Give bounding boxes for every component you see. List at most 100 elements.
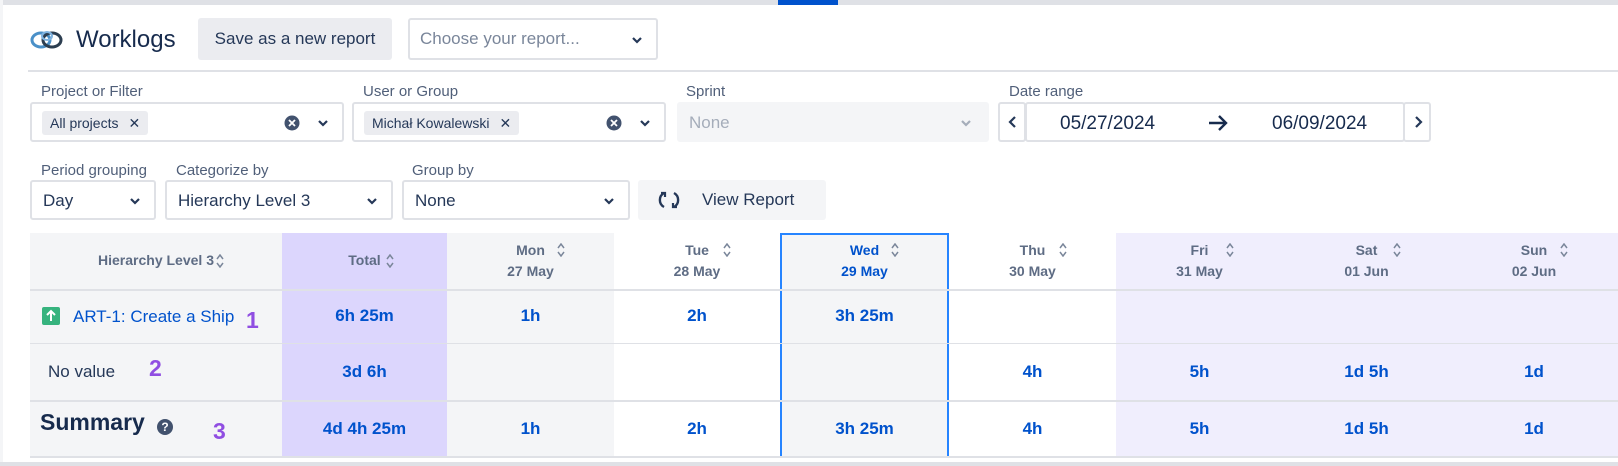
view-report-label: View Report [702, 190, 795, 209]
row-divider [30, 343, 1618, 344]
sort-icon[interactable] [386, 254, 394, 268]
sort-icon[interactable] [216, 254, 224, 268]
day-date: 30 May [1009, 263, 1056, 279]
header-row-divider [30, 289, 1618, 291]
next-period-button[interactable] [1403, 102, 1431, 142]
arrow-right-icon [1209, 115, 1228, 131]
column-header-day[interactable]: Tue 28 May [614, 240, 780, 284]
worklog-cell[interactable]: 2h [614, 306, 780, 326]
sort-icon[interactable] [1560, 243, 1568, 257]
column-header-hierarchy[interactable]: Hierarchy Level 3 [30, 250, 282, 271]
remove-tag-icon[interactable]: ✕ [128, 115, 140, 132]
chevron-down-icon [130, 198, 140, 205]
user-tag: Michał Kowalewski ✕ [364, 111, 520, 135]
day-date: 02 Jun [1511, 263, 1557, 279]
table-bottom-border [30, 456, 1618, 458]
worklog-cell[interactable]: 3h 25m [780, 306, 949, 326]
window-bottom-border [0, 462, 1618, 466]
user-group-select[interactable]: Michał Kowalewski ✕ [352, 102, 666, 142]
column-header-day[interactable]: Mon 27 May [447, 240, 614, 284]
summary-cell: 4h [1022, 419, 1043, 438]
sort-icon[interactable] [723, 243, 731, 257]
categorize-by-select[interactable]: Hierarchy Level 3 [165, 180, 393, 220]
sprint-select: None [677, 102, 989, 142]
header-divider [28, 70, 1618, 72]
column-header-label: Hierarchy Level 3 [98, 252, 214, 268]
report-select-placeholder: Choose your report... [420, 29, 580, 48]
total-cell[interactable]: 3d 6h [282, 362, 447, 382]
column-header-label: Total [348, 252, 381, 268]
day-date: 31 May [1176, 263, 1223, 279]
help-icon[interactable]: ? [157, 419, 173, 435]
column-header-day[interactable]: Wed 29 May [780, 240, 949, 284]
chevron-down-icon [632, 37, 642, 44]
total-cell[interactable]: 6h 25m [282, 306, 447, 326]
worklog-cell[interactable]: 1d 5h [1283, 362, 1450, 382]
day-date: 29 May [841, 263, 888, 279]
start-date[interactable]: 05/27/2024 [1060, 113, 1155, 135]
summary-cell: 2h [687, 419, 707, 438]
chevron-down-icon[interactable] [316, 116, 330, 130]
period-grouping-label: Period grouping [41, 162, 147, 179]
chevron-down-icon[interactable] [638, 116, 652, 130]
project-tag: All projects ✕ [42, 111, 149, 135]
summary-cell: 5h [1189, 419, 1210, 438]
sort-icon[interactable] [557, 243, 565, 257]
window-top-accent [778, 0, 838, 5]
summary-total-cell: 4d 4h 25m [322, 419, 407, 438]
view-report-button[interactable]: View Report [638, 180, 826, 220]
refresh-icon [658, 191, 680, 209]
chevron-right-icon [1415, 116, 1423, 128]
row-label-no-value: No value [48, 362, 116, 381]
page-title: Worklogs [76, 26, 176, 53]
period-grouping-value: Day [43, 191, 74, 210]
group-by-select[interactable]: None [402, 180, 630, 220]
worklogs-logo-icon [30, 31, 63, 49]
annotation-marker: 3 [213, 418, 226, 444]
worklog-cell[interactable]: 1d [1450, 362, 1618, 382]
story-type-icon [42, 307, 60, 325]
worklog-cell[interactable]: 1h [447, 306, 614, 326]
worklog-cell[interactable]: 4h [949, 362, 1116, 382]
date-range-field[interactable]: 05/27/2024 06/09/2024 [1025, 102, 1405, 142]
sort-icon[interactable] [1226, 243, 1234, 257]
summary-cell: 3h 25m [835, 419, 894, 438]
column-header-day[interactable]: Fri 31 May [1116, 240, 1283, 284]
worklog-cell[interactable]: 5h [1116, 362, 1283, 382]
sort-icon[interactable] [1393, 243, 1401, 257]
user-tag-label: Michał Kowalewski [372, 115, 490, 131]
day-date: 27 May [507, 263, 554, 279]
period-grouping-select[interactable]: Day [30, 180, 156, 220]
categorize-by-label: Categorize by [176, 162, 269, 179]
summary-label: Summary [40, 409, 145, 435]
sort-icon[interactable] [1059, 243, 1067, 257]
remove-tag-icon[interactable]: ✕ [499, 115, 511, 132]
day-of-week: Thu [1019, 242, 1046, 258]
group-by-label: Group by [412, 162, 474, 179]
chevron-down-icon [961, 120, 971, 127]
save-as-new-report-button[interactable]: Save as a new report [198, 18, 392, 60]
column-header-total[interactable]: Total [282, 250, 447, 271]
clear-icon[interactable] [606, 115, 622, 131]
previous-period-button[interactable] [998, 102, 1026, 142]
group-by-value: None [415, 191, 456, 210]
sprint-value: None [689, 113, 730, 132]
day-of-week: Tue [685, 242, 709, 258]
day-of-week: Wed [849, 242, 880, 258]
column-header-day[interactable]: Sat 01 Jun [1283, 240, 1450, 284]
column-header-day[interactable]: Sun 02 Jun [1450, 240, 1618, 284]
clear-icon[interactable] [284, 115, 300, 131]
user-group-label: User or Group [363, 83, 459, 100]
issue-link[interactable]: ART-1: Create a Ship [73, 307, 234, 327]
sort-icon[interactable] [891, 243, 899, 257]
day-of-week: Sun [1520, 242, 1548, 258]
day-of-week: Fri [1190, 242, 1209, 258]
end-date[interactable]: 06/09/2024 [1272, 113, 1367, 135]
summary-cell: 1d 5h [1344, 419, 1389, 438]
report-select[interactable]: Choose your report... [408, 18, 658, 60]
summary-cell: 1d [1524, 419, 1544, 438]
column-header-day[interactable]: Thu 30 May [949, 240, 1116, 284]
project-filter-select[interactable]: All projects ✕ [30, 102, 344, 142]
window-left-border [0, 0, 3, 466]
project-tag-label: All projects [50, 115, 119, 131]
